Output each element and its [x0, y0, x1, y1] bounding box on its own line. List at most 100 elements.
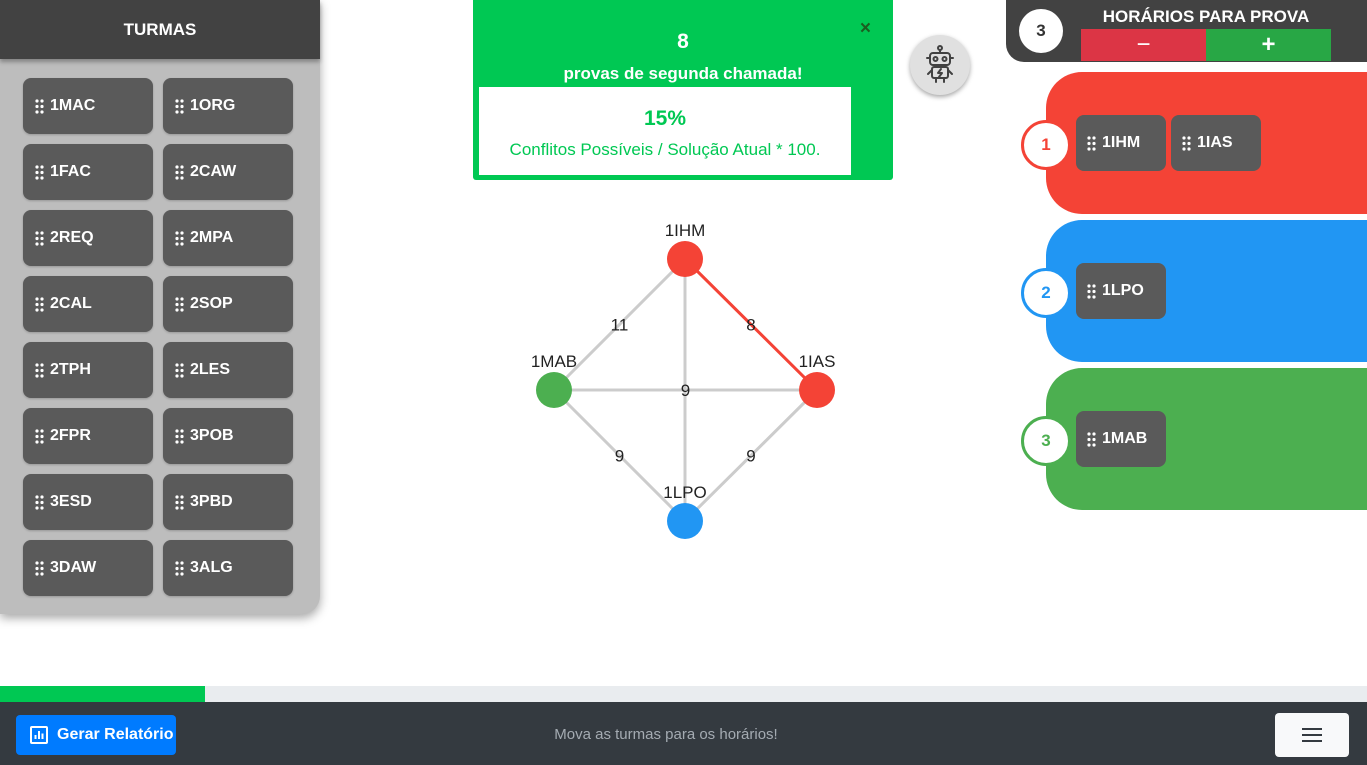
footer-bar: Gerar Relatório Mova as turmas para os h… — [0, 702, 1367, 765]
class-chip-label: 2REQ — [50, 229, 94, 246]
remove-slot-button[interactable]: − — [1081, 29, 1206, 61]
graph-edge-label: 9 — [615, 447, 624, 466]
class-chip-label: 1MAC — [50, 97, 96, 114]
robot-icon — [926, 45, 954, 83]
graph-edge-label: 9 — [681, 381, 690, 400]
class-chip[interactable]: 1FAC — [23, 144, 153, 200]
graph-edge-label: 9 — [746, 447, 755, 466]
conflict-stats-box: 15% Conflitos Possíveis / Solução Atual … — [479, 87, 851, 175]
menu-button[interactable] — [1275, 713, 1349, 757]
close-icon[interactable]: × — [860, 18, 871, 40]
graph-node[interactable] — [536, 372, 572, 408]
drag-handle-icon — [1087, 135, 1096, 151]
drag-handle-icon — [35, 98, 44, 114]
drag-handle-icon — [35, 428, 44, 444]
class-chip-label: 3ESD — [50, 493, 92, 510]
exam-slot-2[interactable]: 2 1LPO — [1021, 220, 1367, 362]
slot-number: 2 — [1021, 268, 1071, 318]
class-chip[interactable]: 2REQ — [23, 210, 153, 266]
drag-handle-icon — [35, 164, 44, 180]
graph-edge-label: 11 — [611, 316, 629, 335]
hamburger-menu-icon — [1302, 728, 1322, 742]
class-chip[interactable]: 1IAS — [1171, 115, 1261, 171]
drag-handle-icon — [1087, 431, 1096, 447]
graph-node[interactable] — [799, 372, 835, 408]
class-chip-label: 2CAL — [50, 295, 92, 312]
class-chip-label: 1IHM — [1102, 134, 1141, 151]
progress-fill — [0, 686, 206, 702]
class-chip[interactable]: 2CAW — [163, 144, 293, 200]
class-chip[interactable]: 1LPO — [1076, 263, 1166, 319]
drag-handle-icon — [35, 296, 44, 312]
class-chip-label: 2TPH — [50, 361, 91, 378]
conflict-graph: 11 8 9 9 9 1IHM 1MAB 1IAS 1LPO — [531, 221, 836, 539]
second-call-text: provas de segunda chamada! — [563, 64, 803, 83]
drag-handle-icon — [175, 560, 184, 576]
auto-solve-button[interactable] — [910, 35, 970, 95]
add-slot-button[interactable]: + — [1206, 29, 1331, 61]
generate-report-button[interactable]: Gerar Relatório — [16, 715, 176, 755]
drag-handle-icon — [1087, 283, 1096, 299]
class-chip[interactable]: 2TPH — [23, 342, 153, 398]
class-chip-label: 1LPO — [1102, 282, 1144, 299]
sidebar-title: TURMAS — [0, 0, 320, 59]
graph-node[interactable] — [667, 503, 703, 539]
graph-node-label: 1MAB — [531, 352, 577, 371]
slot-number: 3 — [1021, 416, 1071, 466]
class-chip-label: 1ORG — [190, 97, 236, 114]
class-chip[interactable]: 2FPR — [23, 408, 153, 464]
class-chip[interactable]: 1MAB — [1076, 411, 1166, 467]
class-chip-label: 1MAB — [1102, 430, 1148, 447]
graph-node-label: 1LPO — [663, 483, 706, 502]
class-chip[interactable]: 3POB — [163, 408, 293, 464]
drag-handle-icon — [35, 230, 44, 246]
class-chip[interactable]: 3DAW — [23, 540, 153, 596]
slots-title: HORÁRIOS PARA PROVA — [1102, 7, 1310, 26]
drag-handle-icon — [35, 362, 44, 378]
footer-message: Mova as turmas para os horários! — [554, 726, 778, 743]
conflict-percent: 15% — [643, 107, 687, 130]
class-chip-label: 3PBD — [190, 493, 233, 510]
class-chip-label: 2CAW — [190, 163, 237, 180]
conflict-formula: Conflitos Possíveis / Solução Atual * 10… — [509, 140, 821, 159]
class-chip-label: 3ALG — [190, 559, 233, 576]
class-chip[interactable]: 3ALG — [163, 540, 293, 596]
class-chip[interactable]: 2MPA — [163, 210, 293, 266]
drag-handle-icon — [175, 98, 184, 114]
classes-sidebar: TURMAS 1MAC 1ORG 1FAC 2CAW 2REQ 2MPA 2CAL 2SOP 2… — [0, 0, 320, 614]
class-chip-label: 1IAS — [1197, 134, 1233, 151]
drag-handle-icon — [175, 362, 184, 378]
drag-handle-icon — [175, 164, 184, 180]
class-chip[interactable]: 2SOP — [163, 276, 293, 332]
class-chip[interactable]: 1ORG — [163, 78, 293, 134]
class-chip[interactable]: 2CAL — [23, 276, 153, 332]
progress-bar — [0, 686, 1367, 702]
chart-icon — [30, 726, 48, 744]
class-chip[interactable]: 3PBD — [163, 474, 293, 530]
exam-slot-3[interactable]: 3 1MAB — [1021, 368, 1367, 510]
drag-handle-icon — [175, 230, 184, 246]
drag-handle-icon — [175, 428, 184, 444]
slots-count: 3 — [1019, 9, 1063, 53]
class-chip-label: 2LES — [190, 361, 231, 378]
graph-edge-label: 8 — [746, 316, 755, 335]
second-call-count: 8 — [677, 30, 689, 53]
exam-slots-header: 3 HORÁRIOS PARA PROVA − + — [1006, 0, 1367, 62]
slot-number: 1 — [1021, 120, 1071, 170]
drag-handle-icon — [35, 560, 44, 576]
graph-node[interactable] — [667, 241, 703, 277]
second-call-info-card: 8 provas de segunda chamada! × 15% Confl… — [473, 0, 893, 180]
graph-node-label: 1IHM — [665, 221, 706, 240]
class-chip[interactable]: 1IHM — [1076, 115, 1166, 171]
class-chip-label: 1FAC — [50, 163, 91, 180]
class-chip-label: 2SOP — [190, 295, 233, 312]
graph-node-label: 1IAS — [799, 352, 836, 371]
class-chip-label: 2MPA — [190, 229, 234, 246]
drag-handle-icon — [175, 494, 184, 510]
class-chip[interactable]: 2LES — [163, 342, 293, 398]
class-chip-label: 2FPR — [50, 427, 91, 444]
class-chip[interactable]: 3ESD — [23, 474, 153, 530]
exam-slot-1[interactable]: 1 1IHM 1IAS — [1021, 72, 1367, 214]
class-chip-label: 3POB — [190, 427, 234, 444]
class-chip[interactable]: 1MAC — [23, 78, 153, 134]
